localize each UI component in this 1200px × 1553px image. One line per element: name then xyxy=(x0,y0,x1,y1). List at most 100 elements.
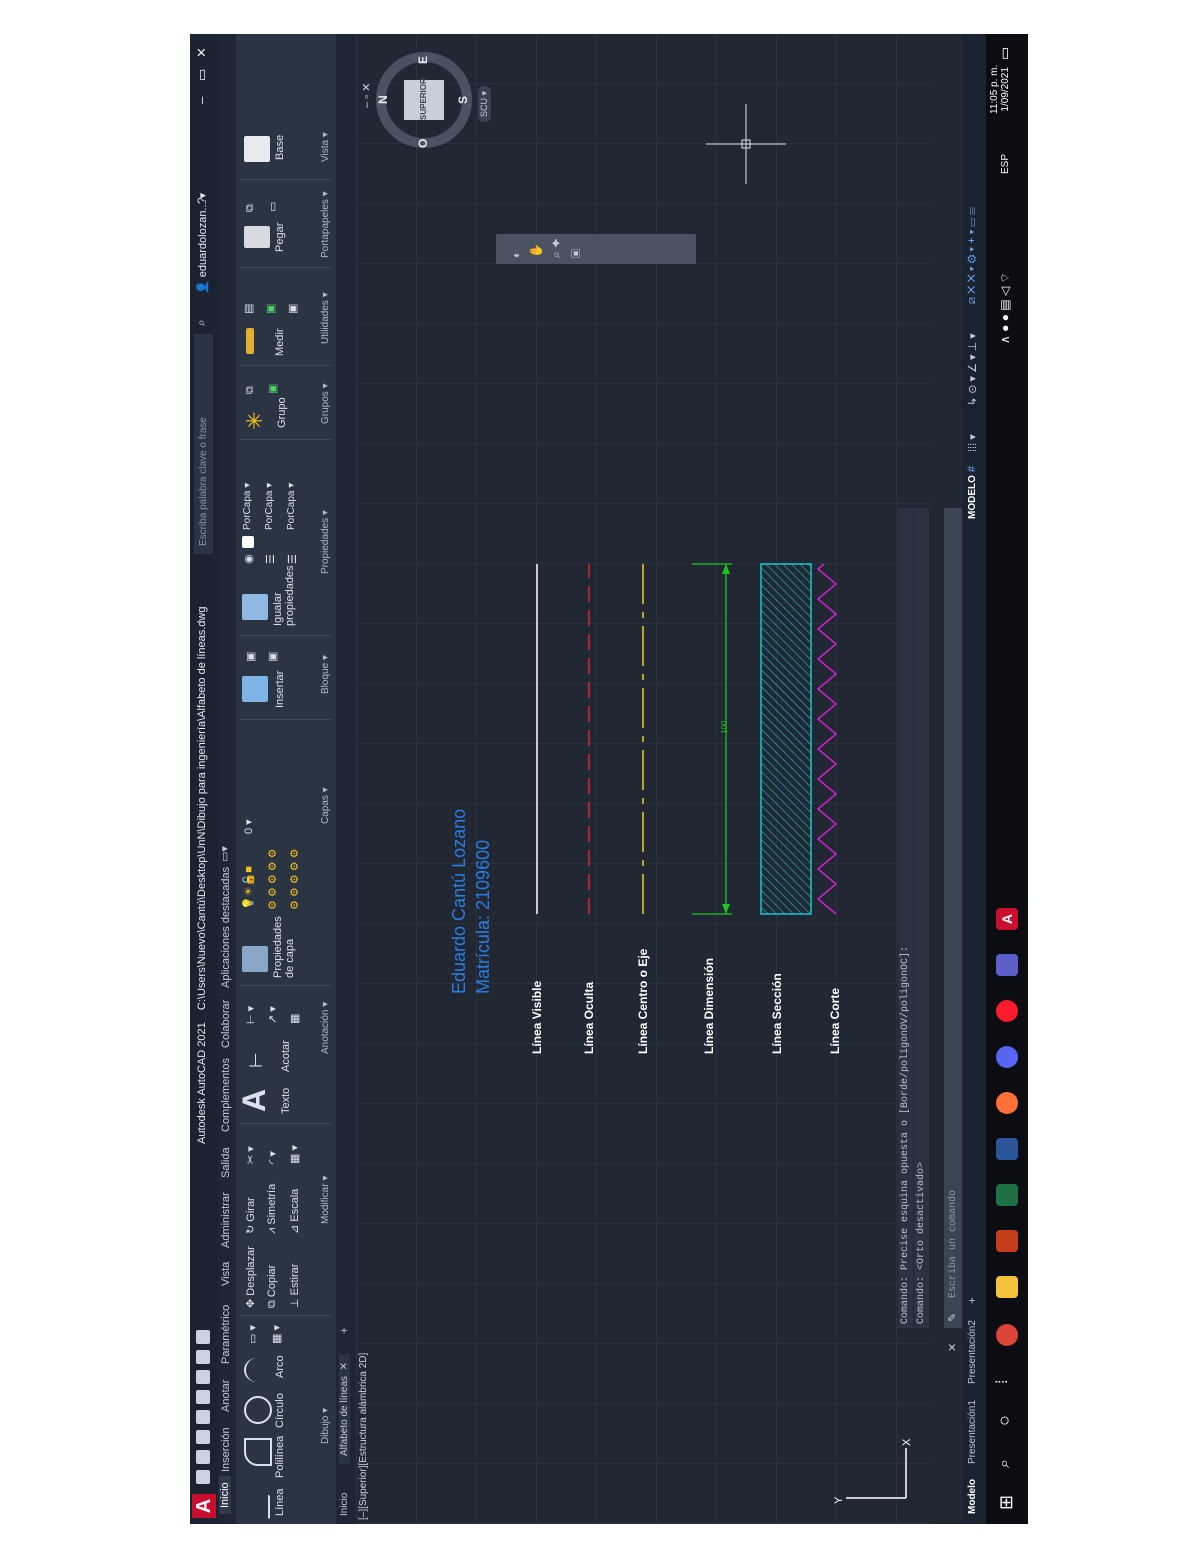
array-icon[interactable]: ▦ ▾ xyxy=(288,1145,301,1164)
arco-button[interactable]: Arco xyxy=(274,1355,286,1378)
match-properties-icon[interactable] xyxy=(242,594,268,620)
minimize-icon[interactable]: – xyxy=(194,97,209,104)
panel-modificar[interactable]: Modificar ▾ xyxy=(320,1176,331,1224)
file-tab-inicio[interactable]: Inicio xyxy=(339,1493,350,1516)
tab-administrar[interactable]: Administrar xyxy=(220,1192,232,1248)
polilinea-button[interactable]: Polilínea xyxy=(274,1436,286,1478)
compass-o[interactable]: O xyxy=(416,139,430,148)
rectangle-icon[interactable]: ▭ ▾ xyxy=(246,1325,259,1344)
table-icon[interactable]: ▦ xyxy=(288,1014,301,1024)
ucs-menu[interactable]: SCU ▾ xyxy=(478,85,491,122)
copiar-button[interactable]: ⧉ Copiar xyxy=(266,1265,279,1308)
cortana-icon[interactable]: ○ xyxy=(994,1415,1015,1426)
file-tab-active[interactable]: Alfabeto de líneas ✕ xyxy=(339,1353,350,1464)
firefox-icon[interactable] xyxy=(996,1092,1018,1114)
panel-bloque[interactable]: Bloque ▾ xyxy=(320,655,331,694)
autocad-logo-icon[interactable]: A xyxy=(192,1494,216,1518)
task-view-icon[interactable]: ⁞ xyxy=(994,1380,1012,1384)
search-taskbar-icon[interactable]: ⌕ xyxy=(996,1459,1014,1468)
user-account[interactable]: 👤 eduardolozan... ▾ xyxy=(196,193,209,294)
medir-button[interactable]: Medir xyxy=(274,328,286,356)
tab-colaborar[interactable]: Colaborar xyxy=(220,1000,232,1048)
igualar-propiedades-button[interactable]: Igualar propiedades xyxy=(272,565,296,626)
girar-button[interactable]: ↻ Girar xyxy=(244,1197,257,1234)
linear-dim-icon[interactable]: ⊢ ▾ xyxy=(244,1006,257,1024)
save-as-icon[interactable] xyxy=(196,1410,210,1424)
tab-complementos[interactable]: Complementos xyxy=(220,1058,232,1132)
panel-capas[interactable]: Capas ▾ xyxy=(320,787,331,824)
drawing-canvas[interactable]: [–][Superior][Estructura alámbrica 2D] –… xyxy=(356,34,930,1524)
taskbar-clock[interactable]: 11:05 p. m. 1/09/2021 xyxy=(989,65,1011,114)
viewcube-face[interactable]: SUPERIOR xyxy=(404,78,444,120)
grupo-button[interactable]: Grupo xyxy=(276,397,288,428)
excel-icon[interactable] xyxy=(996,1184,1018,1206)
polyline-tool-icon[interactable] xyxy=(244,1438,272,1466)
cut-icon[interactable]: ▭ xyxy=(266,202,279,212)
snap-toggle-icon[interactable]: ⁞⁞⁞ ▾ xyxy=(966,434,979,452)
edit-block-icon[interactable]: ▣ xyxy=(266,652,279,662)
new-tab-icon[interactable]: + xyxy=(337,1327,351,1334)
quickcalc-icon[interactable]: ▤ xyxy=(242,304,255,314)
system-tray-icons[interactable]: ∧ ● ● ▤ ◁ ⌔ xyxy=(998,272,1013,344)
ungroup-icon[interactable]: ⧉ xyxy=(244,386,257,394)
select-similar-icon[interactable]: ▣ xyxy=(264,304,277,314)
windows-start-icon[interactable]: ⊞ xyxy=(996,1495,1017,1510)
paste-icon[interactable] xyxy=(244,226,270,248)
tab-presentacion1[interactable]: Presentación1 xyxy=(967,1400,978,1464)
model-space-toggle[interactable]: MODELO xyxy=(967,475,978,519)
tab-modelo[interactable]: Modelo xyxy=(967,1479,978,1514)
id-point-icon[interactable]: ▣ xyxy=(286,304,299,314)
search-input[interactable]: Escriba palabra clave o frase xyxy=(194,334,213,554)
discord-icon[interactable] xyxy=(996,1046,1018,1068)
acotar-button[interactable]: Acotar xyxy=(280,1040,292,1072)
command-wrench-icon[interactable]: ✎ xyxy=(946,1313,959,1322)
powerpoint-icon[interactable] xyxy=(996,1230,1018,1252)
maximize-icon[interactable]: ▭ xyxy=(194,69,210,81)
measure-icon[interactable] xyxy=(246,328,254,354)
tab-presentacion2[interactable]: Presentación2 xyxy=(967,1320,978,1384)
circulo-button[interactable]: Círculo xyxy=(274,1393,286,1428)
save-icon[interactable] xyxy=(196,1430,210,1444)
layer-tools-row1[interactable]: ⚙ ⚙ ⚙ ⚙ ⚙ xyxy=(266,848,279,910)
redo-icon[interactable] xyxy=(196,1330,210,1344)
lineweight-icon[interactable]: ☰ xyxy=(264,554,277,564)
linetype-icon[interactable]: ☰ xyxy=(286,554,299,564)
arc-tool-icon[interactable] xyxy=(244,1358,270,1382)
add-layout-icon[interactable]: + xyxy=(965,1297,979,1304)
panel-anotacion[interactable]: Anotación ▾ xyxy=(320,1002,331,1054)
create-block-icon[interactable]: ▣ xyxy=(244,652,257,662)
pegar-button[interactable]: Pegar xyxy=(274,223,286,252)
circle-tool-icon[interactable] xyxy=(244,1396,272,1424)
desplazar-button[interactable]: ✥ Desplazar xyxy=(244,1246,257,1308)
tab-insercion[interactable]: Inserción xyxy=(220,1427,232,1472)
nav-tools-icons[interactable]: ◐ ✋ ⌕ ✦ ▣ xyxy=(506,238,586,258)
panel-portapapeles[interactable]: Portapapeles ▾ xyxy=(320,191,331,258)
trim-icon[interactable]: ✂ ▾ xyxy=(244,1146,257,1164)
panel-grupos[interactable]: Grupos ▾ xyxy=(320,383,331,424)
plot-icon[interactable] xyxy=(196,1370,210,1384)
chrome-icon[interactable] xyxy=(996,1324,1018,1346)
insertar-button[interactable]: Insertar xyxy=(274,671,286,708)
viewport-window-controls[interactable]: – ▫ ✕ xyxy=(360,83,373,108)
search-icon[interactable]: ⌕ xyxy=(194,319,209,326)
language-indicator[interactable]: ESP xyxy=(1000,154,1011,174)
ribbon-toggle-icon[interactable]: ▭▾ xyxy=(218,846,231,862)
tab-vista[interactable]: Vista xyxy=(220,1262,232,1286)
panel-utilidades[interactable]: Utilidades ▾ xyxy=(320,292,331,344)
lineweight-dropdown[interactable]: PorCapa ▾ xyxy=(264,483,275,530)
group-icon[interactable]: ✳ xyxy=(242,412,268,430)
tab-salida[interactable]: Salida xyxy=(220,1147,232,1178)
osnap-icon[interactable]: ⧄ ✕ ✕ ▾ ⚙ ▾ + ▾ ▭ ☰ xyxy=(966,207,979,304)
group-edit-icon[interactable]: ▣ xyxy=(266,384,279,394)
word-icon[interactable] xyxy=(996,1138,1018,1160)
tab-parametrico[interactable]: Paramétrico xyxy=(220,1305,232,1364)
notifications-icon[interactable]: ▭ xyxy=(996,47,1013,60)
web-open-icon[interactable] xyxy=(196,1390,210,1404)
command-input[interactable]: Escriba un comando xyxy=(944,508,964,1328)
close-icon[interactable]: ✕ xyxy=(194,47,210,58)
tab-aplicaciones[interactable]: Aplicaciones destacadas xyxy=(220,867,232,988)
layer-tools-row2[interactable]: ⚙ ⚙ ⚙ ⚙ ⚙ xyxy=(288,848,301,910)
panel-propiedades[interactable]: Propiedades ▾ xyxy=(320,510,331,574)
command-close-icon[interactable]: ✕ xyxy=(946,1343,959,1352)
base-button[interactable]: Base xyxy=(274,135,286,160)
